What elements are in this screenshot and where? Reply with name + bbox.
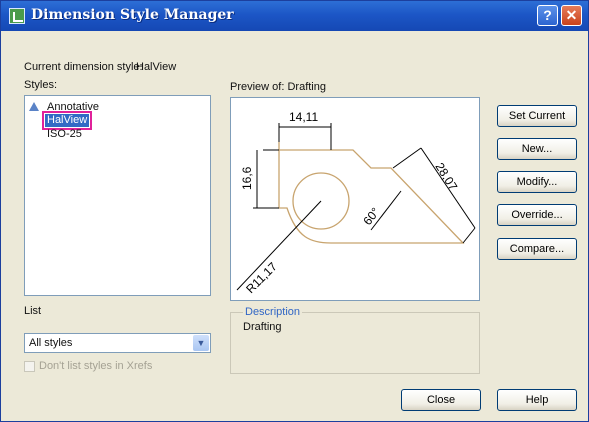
description-text: Drafting (243, 321, 282, 333)
dim-text-right: 28,07 (432, 160, 460, 193)
compare-button[interactable]: Compare... (497, 238, 577, 260)
list-filter-select[interactable]: All styles ▼ (24, 333, 211, 353)
window-title: Dimension Style Manager (31, 7, 234, 23)
dimension-preview-drawing: 14,11 16,6 28,07 60° R11,17 (236, 110, 476, 296)
styles-list[interactable]: Annotative HalView ISO-25 (24, 95, 211, 296)
override-button[interactable]: Override... (497, 204, 577, 226)
close-title-button[interactable]: ✕ (561, 5, 582, 26)
dim-text-angle: 60° (360, 205, 382, 228)
help-title-button[interactable]: ? (537, 5, 558, 26)
new-button[interactable]: New... (497, 138, 577, 160)
description-legend: Description (243, 306, 303, 318)
xref-filter-row: Don't list styles in Xrefs (24, 360, 152, 372)
xref-filter-checkbox[interactable] (24, 360, 35, 372)
dim-text-left: 16,6 (240, 166, 254, 190)
dimension-style-manager-dialog: Dimension Style Manager ? ✕ Current dime… (0, 0, 589, 422)
preview-label: Preview of: Drafting (230, 81, 326, 93)
styles-label: Styles: (24, 79, 58, 91)
title-bar[interactable]: Dimension Style Manager ? ✕ (1, 1, 588, 31)
list-filter-value: All styles (29, 337, 73, 349)
style-item-annotative[interactable]: Annotative (45, 101, 101, 114)
current-style-value: HalView (136, 61, 177, 73)
style-item-iso-25[interactable]: ISO-25 (45, 128, 84, 141)
description-group: Description Drafting (230, 306, 480, 374)
preview-panel: 14,11 16,6 28,07 60° R11,17 (230, 97, 480, 301)
set-current-button[interactable]: Set Current (497, 105, 577, 127)
list-label: List (24, 305, 42, 317)
modify-button[interactable]: Modify... (497, 171, 577, 193)
help-button[interactable]: Help (497, 389, 577, 411)
close-button[interactable]: Close (401, 389, 481, 411)
chevron-down-icon[interactable]: ▼ (193, 335, 209, 351)
dim-text-top: 14,11 (289, 110, 318, 124)
annotative-icon (29, 102, 39, 111)
dimension-style-app-icon (9, 8, 25, 24)
style-item-halview[interactable]: HalView (41, 111, 93, 130)
current-style-label: Current dimension style: (24, 61, 143, 73)
xref-filter-label: Don't list styles in Xrefs (39, 360, 153, 372)
